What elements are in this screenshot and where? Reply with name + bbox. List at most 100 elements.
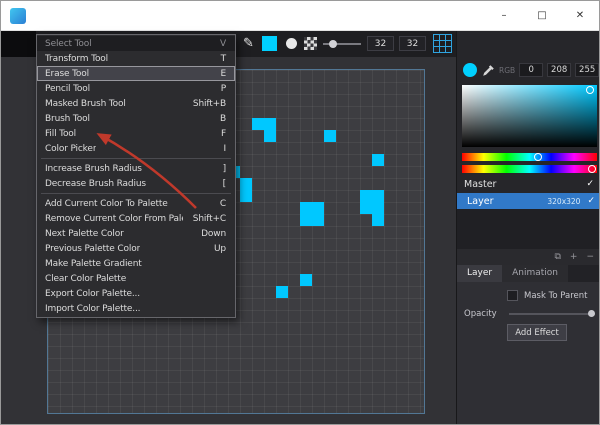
right-panel: RGB Master ✓ Layer320x320✓ ⧉ + − LayerAn… — [456, 31, 599, 424]
menu-item-label: Previous Palette Color — [45, 243, 141, 254]
app-window: – □ ✕ ✎ Select Tool V Transform Tool T Erase… — [0, 0, 600, 425]
grid-toggle-button[interactable] — [433, 34, 452, 53]
pixel-block — [324, 130, 336, 142]
tool-menu: Select Tool V Transform Tool T Erase Tool E Pe… — [36, 34, 236, 318]
menu-item-erase-tool[interactable]: Erase Tool E — [37, 66, 235, 81]
brush-size-slider[interactable] — [323, 40, 361, 48]
menu-item-label: Pencil Tool — [45, 83, 90, 94]
menu-item-add-current-color-to-palette[interactable]: Add Current Color To Palette C — [37, 196, 235, 211]
brush-height-input[interactable] — [399, 36, 426, 51]
current-color-swatch[interactable] — [262, 36, 277, 51]
menu-item-label: Erase Tool — [45, 68, 89, 79]
layer-size: 320x320 — [547, 196, 581, 206]
palette-gradient-bar[interactable] — [462, 165, 597, 173]
mask-to-parent-checkbox[interactable] — [507, 290, 518, 301]
blue-value-input[interactable] — [575, 63, 599, 77]
opacity-slider[interactable] — [508, 310, 595, 317]
dither-pattern-icon[interactable] — [304, 37, 317, 50]
menu-item-shortcut: V — [219, 38, 226, 49]
menu-item-shortcut: Shift+C — [192, 213, 226, 224]
menu-item-shortcut: T — [220, 53, 227, 64]
close-button[interactable]: ✕ — [561, 1, 599, 30]
layer-list: Layer 320x320 ✓ — [457, 193, 599, 249]
green-value-input[interactable] — [547, 63, 572, 77]
menu-item-fill-tool[interactable]: Fill Tool F — [37, 126, 235, 141]
opacity-label: Opacity — [464, 309, 497, 319]
minimize-button[interactable]: – — [485, 1, 523, 30]
maximize-button[interactable]: □ — [523, 1, 561, 30]
pixel-block — [252, 118, 276, 130]
brush-width-input[interactable] — [367, 36, 394, 51]
layer-name: Layer — [467, 195, 494, 207]
saturation-value-picker[interactable] — [462, 85, 597, 147]
add-effect-button[interactable]: Add Effect — [507, 324, 567, 341]
menu-item-shortcut: C — [219, 198, 226, 209]
duplicate-layer-icon[interactable]: ⧉ — [554, 249, 560, 265]
menu-item-make-palette-gradient[interactable]: Make Palette Gradient — [37, 256, 235, 271]
color-row: RGB — [463, 62, 599, 78]
opacity-slider-handle[interactable] — [588, 310, 595, 317]
menu-item-clear-color-palette[interactable]: Clear Color Palette — [37, 271, 235, 286]
menu-item-label: Decrease Brush Radius — [45, 178, 146, 189]
menu-item-increase-brush-radius[interactable]: Increase Brush Radius] — [37, 161, 235, 176]
pixel-block — [372, 214, 384, 226]
layer-row[interactable]: Layer 320x320 ✓ — [457, 193, 599, 209]
pixel-block — [300, 202, 324, 226]
rgb-label: RGB — [499, 65, 516, 75]
menu-item-shortcut: Shift+B — [192, 98, 226, 109]
menu-button[interactable] — [1, 31, 36, 57]
brush-size-slider-handle[interactable] — [329, 40, 337, 48]
menu-item-masked-brush-tool[interactable]: Masked Brush Tool Shift+B — [37, 96, 235, 111]
menu-item-shortcut: E — [220, 68, 226, 79]
menu-item-brush-tool[interactable]: Brush Tool B — [37, 111, 235, 126]
menu-item-shortcut: Down — [201, 228, 226, 239]
red-value-input[interactable] — [519, 63, 544, 77]
menu-item-color-picker[interactable]: Color Picker I — [37, 141, 235, 156]
menu-item-label: Select Tool — [45, 38, 92, 49]
menu-item-next-palette-color[interactable]: Next Palette Color Down — [37, 226, 235, 241]
titlebar: – □ ✕ — [1, 1, 599, 31]
tab-animation[interactable]: Animation — [502, 265, 568, 282]
window-controls: – □ ✕ — [485, 1, 599, 30]
hue-marker[interactable] — [534, 153, 542, 161]
menu-item-import-color-palette[interactable]: Import Color Palette... — [37, 301, 235, 316]
mask-to-parent-row: Mask To Parent — [507, 290, 587, 301]
menu-item-label: Masked Brush Tool — [45, 98, 126, 109]
menu-item-shortcut: F — [220, 128, 226, 139]
hue-slider[interactable] — [462, 153, 597, 161]
menu-item-previous-palette-color[interactable]: Previous Palette Color Up — [37, 241, 235, 256]
pixel-block — [360, 190, 384, 214]
brush-tool-icon[interactable]: ✎ — [243, 35, 254, 52]
menu-item-export-color-palette[interactable]: Export Color Palette... — [37, 286, 235, 301]
palette-gradient-marker[interactable] — [588, 165, 596, 173]
menu-item-label: Brush Tool — [45, 113, 90, 124]
master-layer-row[interactable]: Master ✓ — [464, 177, 594, 191]
menu-separator — [41, 158, 231, 159]
menu-item-label: Export Color Palette... — [45, 288, 140, 299]
tab-layer[interactable]: Layer — [457, 265, 503, 282]
menu-item-decrease-brush-radius[interactable]: Decrease Brush Radius [ — [37, 176, 235, 191]
saturation-value-marker[interactable] — [586, 86, 594, 94]
menu-item-shortcut: Up — [213, 243, 226, 254]
menu-item-label: Import Color Palette... — [45, 303, 141, 314]
brush-shape-circle-icon[interactable] — [286, 38, 297, 49]
pixel-block — [240, 178, 252, 202]
menu-item-label: Next Palette Color — [45, 228, 124, 239]
current-color-circle[interactable] — [463, 63, 477, 77]
pixel-block — [300, 274, 312, 286]
pixel-block — [372, 154, 384, 166]
layer-visibility-check-icon[interactable]: ✓ — [587, 196, 595, 206]
add-layer-icon[interactable]: + — [570, 249, 578, 265]
menu-item-remove-current-color-from-palette[interactable]: Remove Current Color From Palette Shift+C — [37, 211, 235, 226]
menu-item-select-tool[interactable]: Select Tool V — [37, 36, 235, 51]
eyedropper-icon[interactable] — [481, 63, 495, 77]
opacity-row: Opacity — [464, 309, 595, 319]
remove-layer-icon[interactable]: − — [586, 249, 594, 265]
menu-item-shortcut: P — [220, 83, 226, 94]
panel-tabs: Layer Animation — [457, 265, 599, 282]
menu-item-shortcut: B — [219, 113, 226, 124]
master-visibility-check-icon[interactable]: ✓ — [586, 179, 594, 189]
menu-item-pencil-tool[interactable]: Pencil Tool P — [37, 81, 235, 96]
menu-item-shortcut: ] — [222, 163, 227, 174]
menu-item-transform-tool[interactable]: Transform Tool T — [37, 51, 235, 66]
